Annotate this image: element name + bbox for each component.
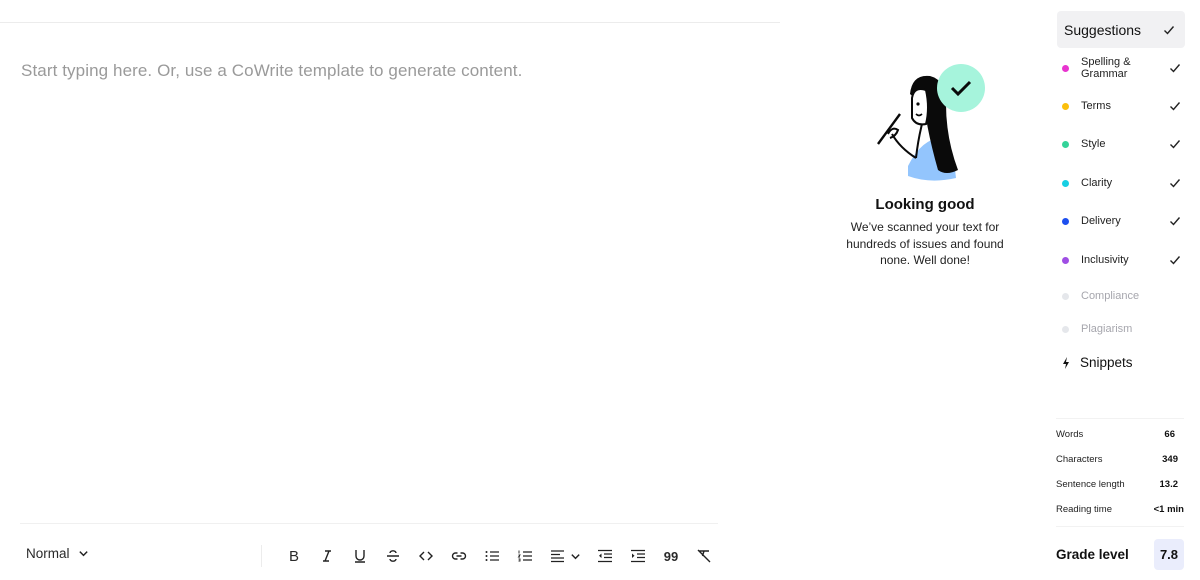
code-button[interactable] (414, 544, 438, 568)
stat-label: Sentence length (1056, 479, 1125, 490)
suggestion-label: Delivery (1081, 215, 1121, 227)
code-icon (419, 551, 433, 561)
category-dot (1062, 102, 1069, 110)
check-icon (1169, 254, 1181, 266)
numbered-list-icon (517, 550, 532, 562)
stat-reading-time: Reading time <1 min (1056, 504, 1184, 515)
suggestion-label: Inclusivity (1081, 254, 1129, 266)
suggestion-label: Clarity (1081, 177, 1113, 189)
person-illustration (877, 64, 985, 181)
text-style-select[interactable]: Normal (26, 546, 89, 561)
clear-format-button[interactable] (692, 544, 716, 568)
check-icon (1169, 100, 1181, 112)
bullet-list-icon (485, 551, 499, 561)
category-dot (1062, 325, 1069, 333)
stat-label: Characters (1056, 454, 1103, 465)
stat-label: Words (1056, 429, 1084, 440)
suggestion-style[interactable]: Style (1062, 137, 1184, 151)
outdent-icon (598, 549, 612, 563)
snippets-button[interactable]: Snippets (1062, 355, 1133, 370)
editor-area[interactable]: Start typing here. Or, use a CoWrite tem… (0, 0, 780, 580)
stat-characters: Characters 349 (1056, 454, 1184, 465)
text-style-value: Normal (26, 546, 70, 561)
indent-button[interactable] (626, 544, 650, 568)
grade-level-value: 7.8 (1154, 538, 1184, 570)
suggestion-spelling-grammar[interactable]: Spelling & Grammar (1062, 56, 1184, 80)
underline-icon (355, 550, 365, 563)
check-icon (1169, 215, 1181, 227)
check-icon (1169, 138, 1181, 150)
clear-format-icon (697, 549, 711, 563)
align-left-icon (550, 550, 564, 563)
outdent-button[interactable] (593, 544, 617, 568)
check-badge (937, 64, 985, 112)
stats-divider (1056, 418, 1184, 419)
category-dot (1062, 256, 1069, 264)
grade-divider (1056, 526, 1184, 527)
strikethrough-icon (387, 550, 399, 562)
strikethrough-button[interactable] (381, 544, 405, 568)
bullet-list-button[interactable] (480, 544, 504, 568)
stat-words: Words 66 (1056, 429, 1184, 440)
numbered-list-button[interactable] (513, 544, 537, 568)
editor-placeholder[interactable]: Start typing here. Or, use a CoWrite tem… (21, 61, 522, 81)
grade-level: Grade level 7.8 (1056, 538, 1184, 570)
grade-level-label: Grade level (1056, 546, 1129, 562)
suggestion-plagiarism[interactable]: Plagiarism (1062, 322, 1184, 336)
toolbar-separator (261, 545, 262, 567)
suggestion-terms[interactable]: Terms (1062, 99, 1184, 113)
bold-icon: B (288, 547, 299, 565)
check-icon (1169, 62, 1181, 74)
suggestion-compliance[interactable]: Compliance (1062, 289, 1184, 303)
category-dot (1062, 179, 1069, 187)
looking-good-illustration (830, 58, 1020, 188)
link-button[interactable] (447, 544, 471, 568)
category-dot (1062, 292, 1069, 300)
stat-value: 66 (1164, 429, 1175, 440)
top-divider (0, 22, 780, 23)
bold-button[interactable]: B (282, 544, 306, 568)
indent-icon (631, 549, 645, 563)
snippets-label: Snippets (1080, 355, 1133, 370)
suggestion-inclusivity[interactable]: Inclusivity (1062, 253, 1184, 267)
link-icon (451, 552, 467, 560)
lightning-icon (1063, 356, 1069, 369)
chevron-down-icon (78, 551, 88, 557)
stat-label: Reading time (1056, 504, 1112, 515)
stat-value: <1 min (1153, 504, 1184, 515)
empty-state: Looking good We’ve scanned your text for… (830, 58, 1020, 269)
toolbar-divider (20, 523, 718, 524)
category-dot (1062, 140, 1069, 148)
empty-state-description: We’ve scanned your text for hundreds of … (846, 220, 1004, 267)
formatting-toolbar: Normal B 99 (0, 540, 730, 572)
quote-icon: 99 (663, 548, 679, 564)
stat-value: 13.2 (1159, 479, 1179, 490)
italic-button[interactable] (315, 544, 339, 568)
suggestions-panel: Suggestions Spelling & Grammar Terms Sty… (1056, 0, 1200, 580)
suggestion-delivery[interactable]: Delivery (1062, 214, 1184, 228)
check-icon (1163, 24, 1175, 36)
suggestion-label: Style (1081, 138, 1106, 150)
category-dot (1062, 217, 1069, 225)
italic-icon (323, 550, 331, 562)
suggestions-header[interactable]: Suggestions (1057, 11, 1185, 48)
align-dropdown[interactable] (546, 544, 584, 568)
quote-button[interactable]: 99 (659, 544, 683, 568)
chevron-down-icon (570, 553, 580, 559)
suggestion-label: Spelling & Grammar (1081, 56, 1131, 80)
empty-state-title: Looking good (875, 196, 975, 213)
suggestions-title: Suggestions (1064, 21, 1142, 38)
suggestion-label: Compliance (1081, 290, 1140, 302)
underline-button[interactable] (348, 544, 372, 568)
suggestion-clarity[interactable]: Clarity (1062, 176, 1184, 190)
stat-sentence-length: Sentence length 13.2 (1056, 479, 1184, 490)
stat-value: 349 (1162, 454, 1178, 465)
category-dot (1062, 64, 1069, 72)
suggestion-label: Terms (1081, 100, 1111, 112)
suggestion-label: Plagiarism (1081, 323, 1133, 335)
check-icon (1169, 177, 1181, 189)
